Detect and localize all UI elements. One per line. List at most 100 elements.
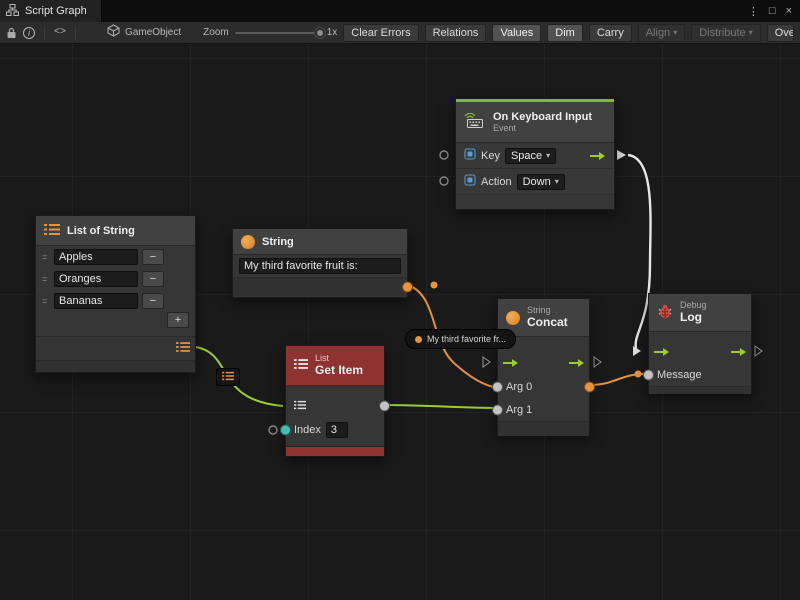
node-concat[interactable]: String Concat Arg 0 Arg 1 [497, 298, 590, 435]
list-item-row: = − [36, 290, 195, 312]
dim-toggle-button[interactable]: Dim [547, 24, 583, 42]
message-label: Message [657, 369, 702, 381]
node-header[interactable]: Debug Log [649, 294, 751, 332]
relations-button[interactable]: Relations [425, 24, 487, 42]
drag-handle-icon[interactable]: = [42, 252, 50, 262]
script-graph-icon [6, 4, 19, 19]
carry-button[interactable]: Carry [589, 24, 632, 42]
drag-handle-icon[interactable]: = [42, 274, 50, 284]
remove-item-button[interactable]: − [142, 249, 164, 265]
flow-row [649, 340, 751, 364]
zoom-slider-knob[interactable] [315, 28, 325, 38]
chevron-down-icon: ▾ [555, 177, 559, 186]
list-item-row: = − [36, 246, 195, 268]
remove-item-button[interactable]: − [142, 293, 164, 309]
item-output-port[interactable] [380, 402, 389, 411]
window-controls: ⋮ □ × [748, 0, 800, 22]
keyboard-icon [464, 113, 486, 132]
info-icon[interactable]: i [23, 25, 35, 41]
window-close-button[interactable]: × [786, 5, 792, 17]
code-icon[interactable]: <> [54, 25, 66, 41]
string-value-row [233, 255, 407, 277]
action-dropdown[interactable]: Down ▾ [517, 174, 565, 190]
index-input-port[interactable] [281, 426, 290, 435]
node-footer [233, 277, 407, 296]
overview-button[interactable]: Overview [767, 24, 794, 42]
wire-value-text: My third favorite fr... [427, 334, 506, 344]
chevron-down-icon: ▾ [673, 26, 677, 40]
list-input-port[interactable] [294, 400, 306, 413]
index-label: Index [294, 424, 321, 436]
key-label: Key [481, 150, 500, 162]
wire-value-tooltip: My third favorite fr... [405, 329, 516, 349]
node-log[interactable]: Debug Log Message [648, 293, 752, 393]
arg1-input-port[interactable] [493, 405, 502, 414]
list-output-row [36, 336, 195, 360]
string-value-input[interactable] [239, 258, 401, 274]
toolbar-separator [44, 26, 45, 40]
list-icon [44, 223, 60, 239]
bug-icon [657, 303, 673, 322]
node-header[interactable]: String [233, 229, 407, 255]
node-header[interactable]: List of String [36, 216, 195, 246]
string-output-port[interactable] [403, 283, 412, 292]
drag-handle-icon[interactable]: = [42, 296, 50, 306]
list-icon [222, 368, 234, 386]
list-icon [294, 358, 308, 373]
node-string-literal[interactable]: String [232, 228, 408, 298]
arg0-input-port[interactable] [493, 382, 502, 391]
flow-input-port[interactable] [502, 358, 519, 368]
node-title: Concat [527, 316, 568, 330]
lock-icon[interactable] [6, 25, 17, 41]
align-dropdown-button[interactable]: Align ▾ [638, 24, 685, 42]
result-output-port[interactable] [585, 382, 594, 391]
value-dot-icon [415, 336, 422, 343]
graph-canvas[interactable]: On Keyboard Input Event Key Space ▾ [0, 44, 800, 600]
key-dropdown[interactable]: Space ▾ [505, 148, 556, 164]
window-menu-button[interactable]: ⋮ [748, 5, 759, 18]
node-title: On Keyboard Input [493, 111, 592, 124]
node-get-item[interactable]: List Get Item Index [285, 345, 385, 457]
tab-script-graph[interactable]: Script Graph [0, 0, 102, 22]
unconnected-port-indicator [440, 177, 448, 185]
remove-item-button[interactable]: − [142, 271, 164, 287]
key-port-row: Key Space ▾ [456, 143, 614, 169]
node-footer [36, 360, 195, 372]
flow-output-port[interactable] [568, 358, 585, 368]
node-header[interactable]: List Get Item [286, 346, 384, 386]
string-type-icon [506, 311, 520, 325]
values-toggle-button[interactable]: Values [492, 24, 541, 42]
unconnected-port-indicator [269, 426, 277, 434]
gameobject-selector[interactable]: GameObject [107, 24, 181, 42]
node-list-of-string[interactable]: List of String = − = − = − + [35, 215, 196, 373]
list-output-port[interactable] [176, 341, 190, 356]
distribute-dropdown-button[interactable]: Distribute ▾ [691, 24, 760, 42]
wire-concat-to-log [590, 374, 645, 385]
window-maximize-button[interactable]: □ [769, 5, 776, 17]
flow-input-port[interactable] [653, 347, 670, 357]
zoom-slider[interactable] [235, 32, 321, 34]
list-item-input[interactable] [54, 249, 138, 265]
clear-errors-button[interactable]: Clear Errors [343, 24, 418, 42]
flow-output-port[interactable] [589, 151, 606, 161]
wire-list-badge [216, 368, 240, 386]
keycap-icon [464, 174, 476, 189]
node-header[interactable]: On Keyboard Input Event [456, 102, 614, 143]
node-footer [649, 386, 751, 394]
index-input[interactable] [326, 422, 348, 438]
node-title: String [262, 236, 294, 248]
list-item-input[interactable] [54, 293, 138, 309]
add-item-button[interactable]: + [167, 312, 189, 328]
tab-title: Script Graph [25, 5, 87, 17]
flow-output-port[interactable] [730, 347, 747, 357]
zoom-label: Zoom [203, 27, 229, 38]
index-row: Index [286, 418, 384, 442]
message-row: Message [649, 364, 751, 386]
unconnected-port-indicator [440, 151, 448, 159]
node-on-keyboard-input[interactable]: On Keyboard Input Event Key Space ▾ [455, 98, 615, 210]
wire-getitem-to-concat [385, 405, 497, 408]
zoom-control: Zoom 1x [203, 27, 337, 38]
list-input-row [286, 394, 384, 418]
list-item-input[interactable] [54, 271, 138, 287]
message-input-port[interactable] [644, 371, 653, 380]
